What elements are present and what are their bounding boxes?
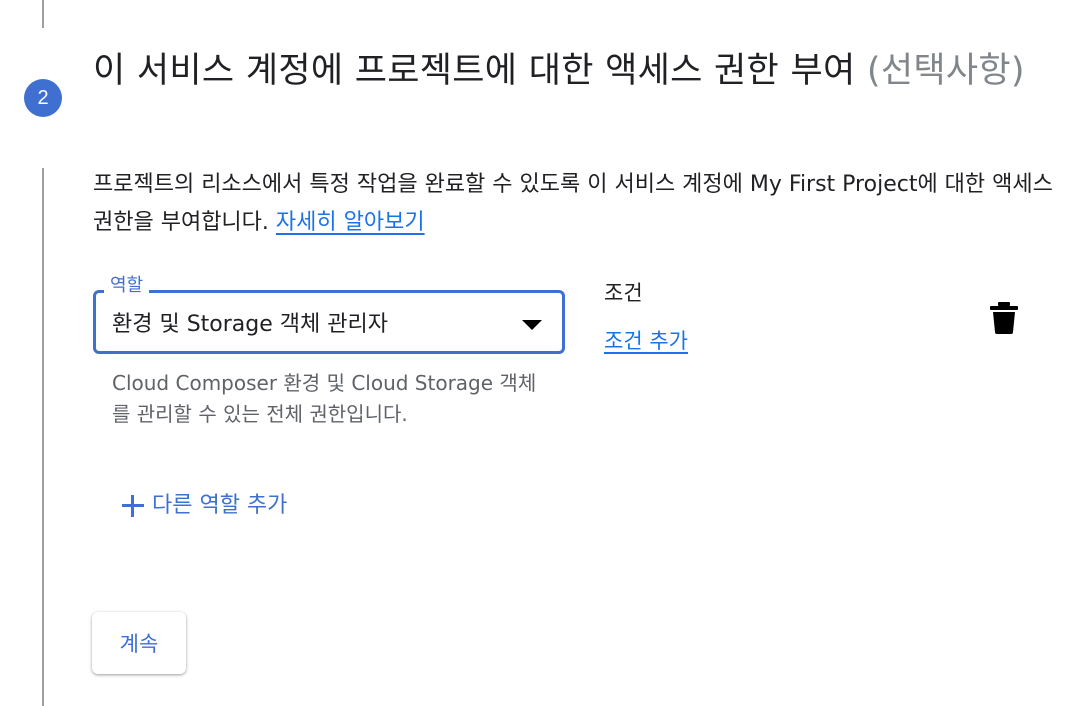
continue-button[interactable]: 계속 [92,612,186,674]
stepper-line-top [42,0,44,28]
step-number-badge: 2 [24,79,62,117]
dropdown-arrow-icon[interactable] [522,320,542,330]
step-description: 프로젝트의 리소스에서 특정 작업을 완료할 수 있도록 이 서비스 계정에 M… [93,166,1053,242]
role-help-text: Cloud Composer 환경 및 Cloud Storage 객체를 관리… [112,371,537,426]
add-role-button[interactable]: 다른 역할 추가 [118,488,287,524]
add-role-label: 다른 역할 추가 [152,493,288,518]
add-condition-link[interactable]: 조건 추가 [604,326,688,356]
role-selected-value[interactable]: 환경 및 Storage 객체 관리자 [112,309,388,341]
step-title-optional: (선택사항) [866,51,1025,91]
plus-icon [118,491,148,521]
role-field-label: 역할 [104,274,150,298]
description-text: 프로젝트의 리소스에서 특정 작업을 완료할 수 있도록 이 서비스 계정에 M… [93,172,1053,235]
step-title-main: 이 서비스 계정에 프로젝트에 대한 액세스 권한 부여 [93,51,856,91]
stepper-line-bottom [42,168,44,706]
step-title: 이 서비스 계정에 프로젝트에 대한 액세스 권한 부여 (선택사항) [93,44,1053,98]
condition-label: 조건 [604,281,643,305]
trash-icon[interactable] [990,302,1018,334]
learn-more-link[interactable]: 자세히 알아보기 [276,210,425,235]
